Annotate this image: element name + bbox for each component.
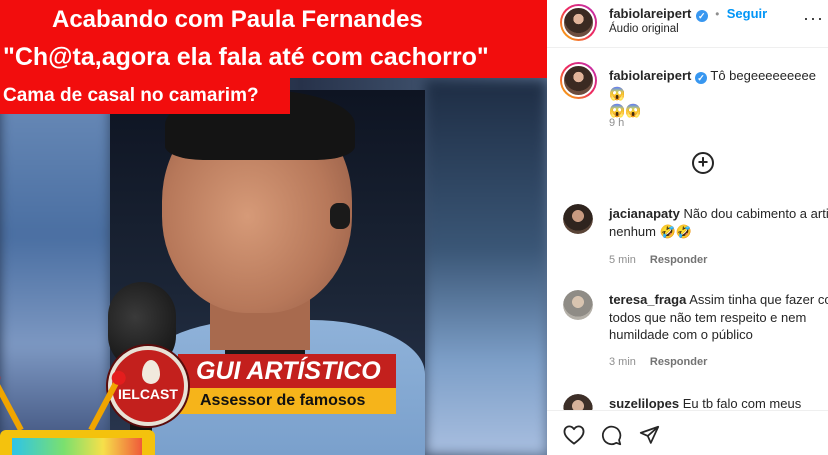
comment-body-line2: nenhum 🤣🤣 (609, 223, 692, 239)
guest-role: Assessor de famosos (178, 388, 396, 414)
commenter-avatar[interactable] (563, 204, 593, 234)
comment-body-line3: humildade com o público (609, 327, 753, 342)
separator-dot: • (715, 9, 720, 21)
follow-button[interactable]: Seguir (727, 6, 767, 21)
blurred-background-right (425, 80, 547, 455)
caption-username[interactable]: fabiolareipert (609, 68, 691, 83)
audio-label[interactable]: Áudio original (609, 23, 679, 35)
more-options-icon[interactable]: ··· (803, 8, 824, 29)
caption-body-line2: 😱😱 (609, 103, 642, 118)
tv-screen (12, 438, 142, 455)
comment-time: 3 min (609, 356, 636, 368)
tv-antenna-left (0, 368, 24, 432)
commenter-username[interactable]: jacianapaty (609, 206, 680, 221)
caption-time: 9 h (609, 117, 625, 129)
comment-body: Eu tb falo com meus (682, 396, 802, 411)
headline-line-2: "Ch@ta,agora ela fala até com cachorro" (0, 38, 547, 78)
reply-button[interactable]: Responder (650, 254, 707, 266)
action-bar (547, 410, 828, 455)
comment-body: Não dou cabimento a artis (683, 206, 828, 221)
headline-line-3: Cama de casal no camarim? (0, 78, 290, 114)
post-panel: fabiolareipert ✓ • Seguir Áudio original… (547, 0, 828, 455)
commenter-username[interactable]: suzelilopes (609, 396, 679, 411)
plus-circle-icon[interactable]: + (692, 152, 714, 174)
retro-tv-logo (0, 368, 165, 455)
comment-meta: 3 min Responder (609, 356, 707, 368)
reply-button[interactable]: Responder (650, 356, 707, 368)
verified-badge-icon: ✓ (695, 10, 708, 22)
comment-body-line2: todos que não tem respeito e nem (609, 309, 807, 325)
guest-name: GUI ARTÍSTICO (178, 354, 396, 388)
reel-video[interactable]: Acabando com Paula Fernandes "Ch@ta,agor… (0, 0, 547, 455)
send-icon[interactable] (639, 425, 660, 446)
comment-time: 5 min (609, 254, 636, 266)
heart-icon[interactable] (563, 425, 585, 445)
comment-body: Assim tinha que fazer com (689, 292, 828, 307)
comment-text: teresa_fraga Assim tinha que fazer com t… (609, 291, 828, 344)
caption-avatar[interactable] (560, 62, 597, 99)
author-avatar[interactable] (560, 4, 597, 41)
commenter-username[interactable]: teresa_fraga (609, 292, 686, 307)
in-ear-monitor (330, 203, 350, 229)
headline-line-1: Acabando com Paula Fernandes (0, 0, 547, 40)
commenter-avatar[interactable] (563, 290, 593, 320)
comment-text: jacianapaty Não dou cabimento a artis ne… (609, 205, 828, 240)
tv-antenna-right (88, 368, 129, 432)
post-header: fabiolareipert ✓ • Seguir Áudio original… (547, 0, 828, 48)
comment-icon[interactable] (601, 425, 622, 446)
author-username[interactable]: fabiolareipert (609, 6, 691, 21)
verified-badge-icon: ✓ (694, 72, 707, 84)
comment-meta: 5 min Responder (609, 254, 707, 266)
caption-text: fabiolareipert ✓ Tô begeeeeeeeee 😱 😱😱 (609, 67, 828, 120)
